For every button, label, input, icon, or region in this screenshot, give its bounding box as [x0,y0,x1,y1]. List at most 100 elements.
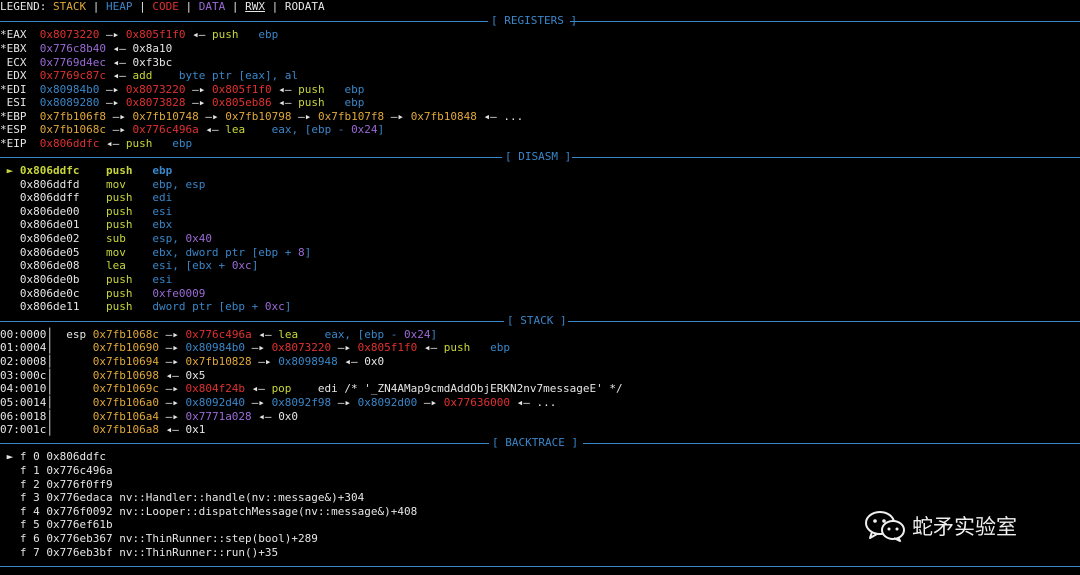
reg-ebp-line: *EBP 0x7fb106f8 —▸ 0x7fb10748 —▸ 0x7fb10… [0,110,523,124]
text-segment: 0x8a10 [132,42,173,55]
text-segment: 05:0014│ [0,396,93,409]
text-segment: ◂— [271,96,299,109]
text-segment: 0x8089280 [39,96,100,109]
text-segment: 07:001c│ [0,423,93,436]
text-segment: dword ptr [ebp + [132,300,265,313]
text-segment: *EAX [0,28,40,41]
text-segment: 0x7769c87c [39,69,106,82]
dis-6-line: 0x806de05 mov ebx, dword ptr [ebp + 8] [0,246,311,260]
text-segment [132,287,152,300]
text-segment: 02:0008│ [0,355,93,368]
text-segment: *EBX [0,42,40,55]
backtrace-separator: [ BACKTRACE ] [0,436,1080,450]
text-segment: pop [271,382,292,395]
backtrace-title: [ BACKTRACE ] [492,436,579,449]
text-segment: sub [79,232,126,245]
bt-1-line: f 1 0x776c496a [0,464,113,478]
text-segment: ◂— [185,28,212,41]
text-segment: —▸ [99,96,126,109]
text-segment: 0x806ddff [0,191,80,204]
reg-ecx-line: ECX 0x7769d4ec ◂— 0xf3bc [0,56,173,70]
text-segment: HEAP [105,0,133,13]
text-segment: 0x24 [404,328,431,341]
text-segment: 0x7fb10694 [92,355,159,368]
text-segment: STACK [52,0,87,13]
text-segment: 0x805f1f0 [357,341,418,354]
stack-title: [ STACK ] [507,314,567,327]
text-segment: ] [304,246,312,259]
bt-2-line: f 2 0x776f0ff9 [0,478,113,492]
text-segment: add [132,69,153,82]
text-segment: ◂— ... [510,396,557,409]
text-segment: 0xc [231,259,252,272]
text-segment: ] [251,259,259,272]
dis-7-line: 0x806de08 lea esi, [ebx + 0xc] [0,259,258,273]
text-segment: —▸ [251,355,279,368]
reg-eax-line: *EAX 0x8073220 —▸ 0x805f1f0 ◂— push ebp [0,28,278,42]
text-segment: 0x1 [185,423,206,436]
text-segment: push [125,137,153,150]
text-segment: 0x7fb1069c [92,382,159,395]
text-segment: 00:0000│ [0,328,67,341]
text-segment: —▸ [185,96,212,109]
bt-0-line: ► f 0 0x806ddfc [0,450,106,464]
dis-3-line: 0x806de00 push esi [0,205,172,219]
text-segment: 0x776c496a [185,328,252,341]
text-segment: f 4 0x776f0092 nv::Looper::dispatchMessa… [0,505,418,518]
bt-6-line: f 6 0x776eb367 nv::ThinRunner::step(bool… [0,532,318,546]
text-segment: *EBP [0,110,40,123]
disasm-title: [ DISASM ] [505,150,572,163]
text-segment: ebp [152,137,193,150]
text-segment: push [298,96,325,109]
text-segment: 0x806de11 [0,300,80,313]
text-segment: esp, [125,232,186,245]
text-segment: esi [132,273,173,286]
text-segment: push [79,191,133,204]
text-segment: 0x7fb10698 [92,369,159,382]
text-segment: esp [66,328,93,341]
text-segment: 0x805f1f0 [125,28,186,41]
text-segment: 0x80984b0 [185,341,246,354]
text-segment: ] [430,328,438,341]
dis-0-line: ► 0x806ddfc push ebp [0,164,173,178]
reg-edi-line: *EDI 0x80984b0 —▸ 0x8073220 —▸ 0x805f1f0… [0,83,364,97]
reg-edx-line: EDX 0x7769c87c ◂— add byte ptr [eax], al [0,69,298,83]
text-segment: ◂— [245,382,272,395]
watermark: 蛇矛实验室 [864,510,1017,542]
text-segment: 0xfe0009 [152,287,206,300]
text-segment: ◂— [417,341,444,354]
text-segment: 0xc [264,300,285,313]
text-segment: —▸ [105,110,133,123]
text-segment: 0x8092d40 [185,396,246,409]
text-segment: ebp [132,164,173,177]
text-segment: lea [79,259,126,272]
text-segment: f 1 0x776c496a [0,464,113,477]
text-segment: ◂— [158,423,186,436]
bt-3-line: f 3 0x776edaca nv::Handler::handle(nv::m… [0,491,364,505]
text-segment: 0x7fb106a0 [92,396,159,409]
text-segment: 0x806de0b [0,273,80,286]
text-segment: DATA [198,0,226,13]
text-segment: edi /* '_ZN4AMap9cmdAddObjERKN2nv7messag… [291,382,623,395]
stk-6-line: 06:0018│ 0x7fb106a4 —▸ 0x7771a028 ◂— 0x0 [0,410,298,424]
text-segment: mov [79,246,126,259]
text-segment: 0x5 [185,369,206,382]
text-segment: 0x7fb10848 [410,110,477,123]
text-segment: | [86,0,106,13]
stk-7-line: 07:001c│ 0x7fb106a8 ◂— 0x1 [0,423,205,437]
text-segment: lea [278,328,299,341]
stack-separator: [ STACK ] [0,314,1080,328]
text-segment: —▸ [245,396,272,409]
text-segment: 8 [298,246,305,259]
dis-2-line: 0x806ddff push edi [0,191,172,205]
text-segment: push [79,300,133,313]
text-segment: 0x806de05 [0,246,80,259]
text-segment: byte ptr [eax], al [152,69,299,82]
text-segment: eax, [ebp - [245,123,352,136]
text-segment: 0x806de0c [0,287,80,300]
text-segment: 0x7fb10690 [92,341,159,354]
text-segment: ► f 0 0x806ddfc [0,450,106,463]
text-segment: —▸ [158,396,186,409]
text-segment: 0x8098948 [278,355,338,368]
stk-1-line: 01:0004│ 0x7fb10690 —▸ 0x80984b0 —▸ 0x80… [0,341,510,355]
